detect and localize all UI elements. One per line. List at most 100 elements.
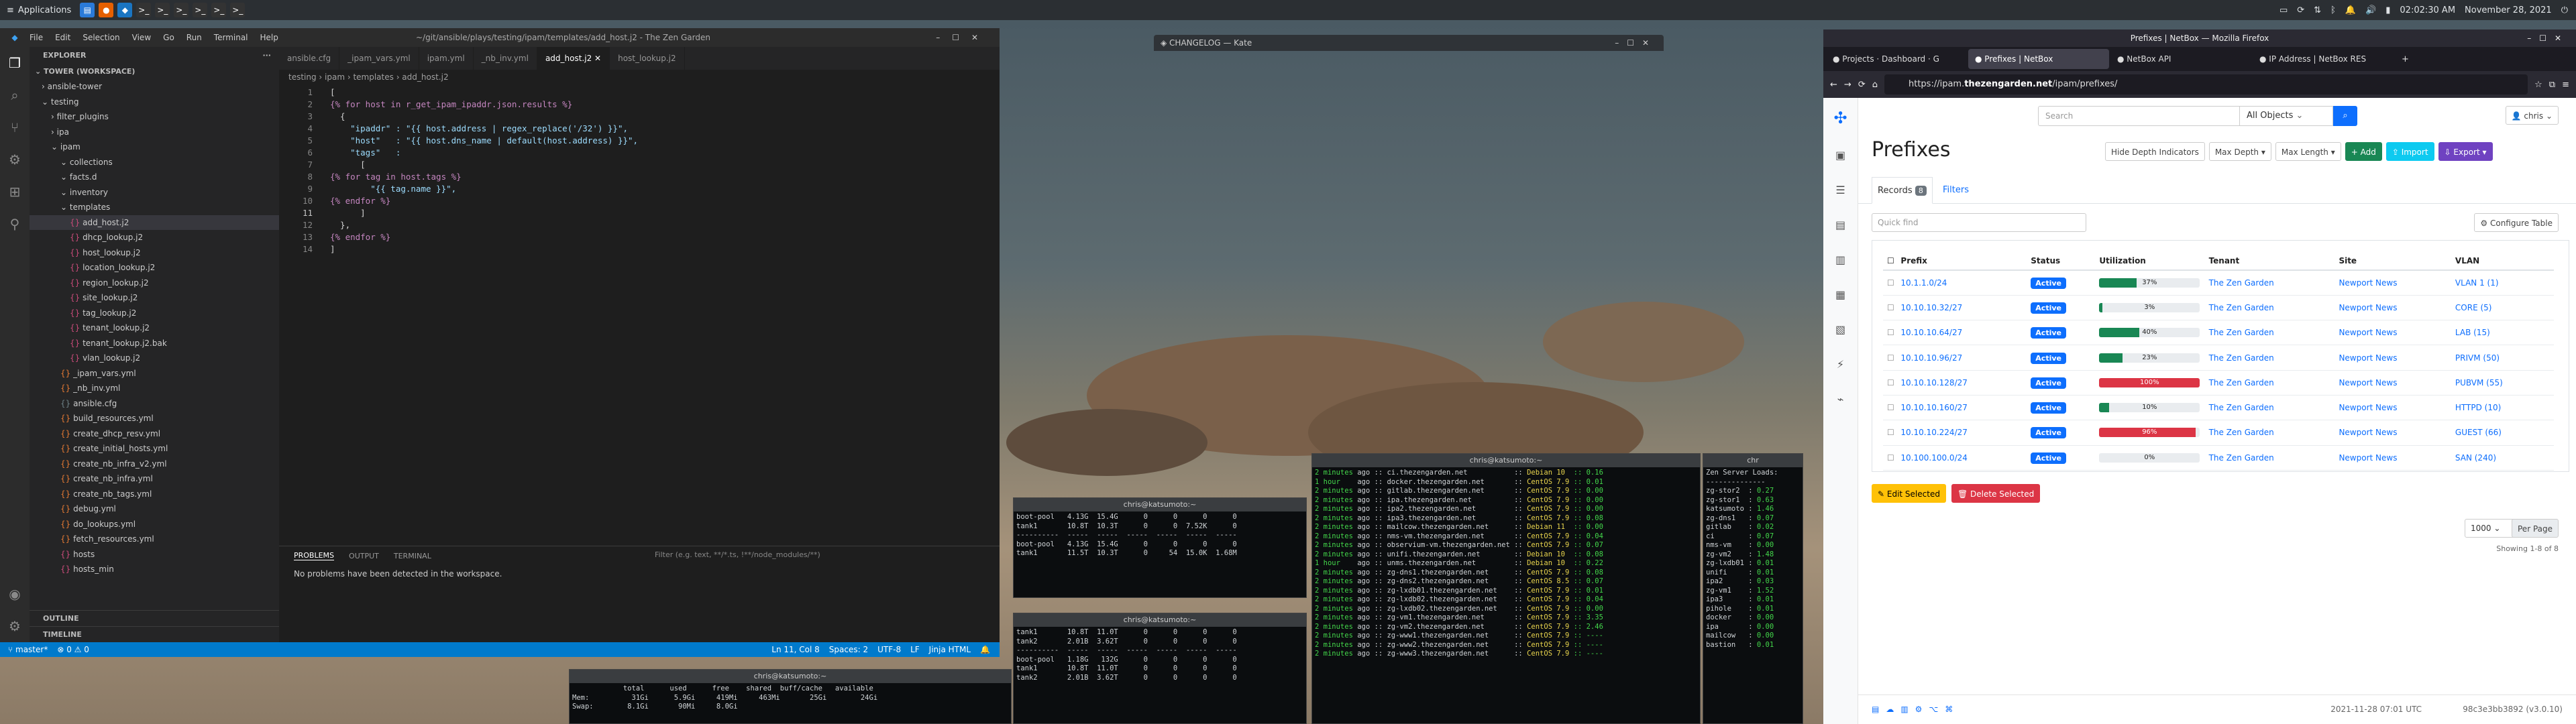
terminal-icon-6[interactable]: >_	[230, 3, 246, 17]
search-input[interactable]: Search	[2038, 106, 2266, 126]
editor-tab[interactable]: ipam.yml	[419, 47, 474, 70]
prefix-link[interactable]: 10.10.10.96/27	[1896, 345, 2027, 371]
terminal-icon-2[interactable]: >_	[155, 3, 170, 17]
notification-icon[interactable]: 🔔	[2345, 5, 2356, 15]
terminal-zpool-2[interactable]: chris@katsumoto:~ tank1 10.8T 11.0T 0 0 …	[1013, 613, 1307, 724]
window-controls[interactable]: –☐✕	[1615, 35, 1657, 51]
applications-menu[interactable]: ≡ Applications	[0, 5, 78, 15]
tree-item[interactable]: › ansible-tower	[30, 79, 279, 95]
max-length-dropdown[interactable]: Max Length ▾	[2275, 142, 2341, 161]
url-bar[interactable]: https://ipam.thezengarden.net/ipam/prefi…	[1884, 74, 2528, 95]
tree-item[interactable]: {} hosts_min	[30, 562, 279, 577]
site-link[interactable]: Newport News	[2334, 320, 2451, 346]
bookmark-star-icon[interactable]: ☆	[2534, 80, 2542, 90]
editor-tab[interactable]: add_host.j2 ✕	[537, 47, 610, 70]
tree-item[interactable]: ⌄ ipam	[30, 139, 279, 155]
tree-item[interactable]: {} host_lookup.j2	[30, 245, 279, 261]
tenant-link[interactable]: The Zen Garden	[2204, 420, 2335, 446]
terminal-hosts[interactable]: chris@katsumoto:~ 2 minutes ago :: ci.th…	[1311, 453, 1701, 724]
back-icon[interactable]: ←	[1830, 80, 1837, 90]
search-scope-select[interactable]: All Objects ⌄	[2239, 106, 2333, 126]
manage-gear-icon[interactable]: ⚙	[0, 610, 30, 642]
hide-depth-button[interactable]: Hide Depth Indicators	[2105, 142, 2205, 161]
prefix-link[interactable]: 10.1.1.0/24	[1896, 270, 2027, 296]
menu-selection[interactable]: Selection	[83, 33, 119, 42]
row-checkbox[interactable]: ☐	[1883, 295, 1897, 321]
explorer-icon[interactable]: ❐	[0, 47, 30, 79]
prefix-link[interactable]: 10.10.10.160/27	[1896, 395, 2027, 421]
prefix-link[interactable]: 10.10.10.224/27	[1896, 420, 2027, 446]
tree-item[interactable]: ⌄ collections	[30, 155, 279, 170]
menu-icon[interactable]: ≡	[2562, 80, 2569, 90]
row-checkbox[interactable]: ☐	[1883, 345, 1897, 371]
netbox-logo-icon[interactable]: ✣	[1823, 98, 1858, 138]
select-all-checkbox[interactable]: ☐	[1883, 251, 1897, 271]
site-link[interactable]: Newport News	[2334, 270, 2451, 296]
close-icon[interactable]: ✕	[592, 54, 601, 63]
tree-item[interactable]: {} site_lookup.j2	[30, 290, 279, 306]
tree-item[interactable]: › filter_plugins	[30, 109, 279, 125]
tenant-link[interactable]: The Zen Garden	[2204, 395, 2335, 421]
vscode-icon[interactable]: ◆	[117, 3, 133, 17]
reload-icon[interactable]: ⟳	[1858, 80, 1866, 90]
configure-table-button[interactable]: ⚙ Configure Table	[2474, 213, 2559, 232]
volume-icon[interactable]: 🔊	[2365, 5, 2376, 15]
terminal-icon-4[interactable]: >_	[193, 3, 208, 17]
tree-item[interactable]: ⌄ facts.d	[30, 170, 279, 185]
terminal-icon-5[interactable]: >_	[211, 3, 227, 17]
source-control-icon[interactable]: ⑂	[0, 111, 30, 143]
workspace-header[interactable]: ⌄ TOWER (WORKSPACE)	[30, 63, 279, 79]
terminal-zpool-1[interactable]: chris@katsumoto:~ boot-pool 4.13G 15.4G …	[1013, 497, 1307, 598]
tree-item[interactable]: {} _ipam_vars.yml	[30, 366, 279, 381]
prefix-link[interactable]: 10.10.10.32/27	[1896, 295, 2027, 321]
battery-icon[interactable]: ▮	[2385, 5, 2390, 15]
editor-tab[interactable]: _ipam_vars.yml	[339, 47, 419, 70]
prefix-link[interactable]: 10.100.100.0/24	[1896, 445, 2027, 471]
home-icon[interactable]: ⌂	[1872, 80, 1878, 90]
tree-item[interactable]: {} create_nb_infra.yml	[30, 471, 279, 487]
line-ending[interactable]: LF	[910, 645, 920, 654]
tree-item[interactable]: {} dhcp_lookup.j2	[30, 230, 279, 245]
quick-find-input[interactable]: Quick find	[1872, 213, 2086, 232]
file-manager-icon[interactable]: ▤	[80, 3, 95, 17]
breadcrumb[interactable]: testing › ipam › templates › add_host.j2	[279, 70, 1000, 84]
column-header[interactable]: Utilization	[2095, 251, 2205, 271]
site-link[interactable]: Newport News	[2334, 370, 2451, 396]
browser-tab[interactable]: ● NetBox API	[2110, 49, 2251, 69]
column-header[interactable]: Status	[2027, 251, 2096, 271]
tenant-link[interactable]: The Zen Garden	[2204, 445, 2335, 471]
tenant-link[interactable]: The Zen Garden	[2204, 345, 2335, 371]
tree-item[interactable]: {} location_lookup.j2	[30, 260, 279, 276]
window-controls[interactable]: –☐✕	[936, 33, 990, 42]
add-button[interactable]: + Add	[2345, 142, 2382, 161]
new-tab-icon[interactable]: +	[2395, 54, 2416, 64]
export-button[interactable]: ⇩ Export ▾	[2438, 142, 2493, 161]
outline-section[interactable]: OUTLINE	[30, 610, 279, 626]
site-link[interactable]: Newport News	[2334, 395, 2451, 421]
tree-item[interactable]: {} debug.yml	[30, 501, 279, 517]
extensions-icon[interactable]: ⚲	[0, 208, 30, 240]
menu-help[interactable]: Help	[260, 33, 278, 42]
remote-icon[interactable]: ⊞	[0, 176, 30, 208]
row-checkbox[interactable]: ☐	[1883, 420, 1897, 446]
row-checkbox[interactable]: ☐	[1883, 370, 1897, 396]
sidebar-nav-icons[interactable]: ▣ ☰ ▤ ▥ ▦ ▧ ⚡ ⌁	[1823, 138, 1858, 417]
tree-item[interactable]: {} ansible.cfg	[30, 396, 279, 412]
tree-item[interactable]: {} vlan_lookup.j2	[30, 351, 279, 366]
tree-item[interactable]: {} hosts	[30, 547, 279, 562]
tree-item[interactable]: {} create_initial_hosts.yml	[30, 441, 279, 457]
site-link[interactable]: Newport News	[2334, 295, 2451, 321]
column-header[interactable]: Site	[2334, 251, 2451, 271]
row-checkbox[interactable]: ☐	[1883, 395, 1897, 421]
tree-item[interactable]: {} create_nb_infra_v2.yml	[30, 457, 279, 472]
tenant-link[interactable]: The Zen Garden	[2204, 270, 2335, 296]
site-link[interactable]: Newport News	[2334, 445, 2451, 471]
vlan-link[interactable]: SAN (240)	[2451, 445, 2554, 471]
row-checkbox[interactable]: ☐	[1883, 320, 1897, 346]
vlan-link[interactable]: PUBVM (55)	[2451, 370, 2554, 396]
notifications-icon[interactable]: 🔔	[980, 645, 990, 654]
terminal-loads[interactable]: chr Zen Server Loads: -------------- zg-st…	[1703, 453, 1803, 724]
tree-item[interactable]: {} region_lookup.j2	[30, 276, 279, 291]
footer-icons[interactable]: ▤☁▥⚙⌥⌘	[1872, 705, 1960, 714]
branch-status[interactable]: ⑂ master*	[8, 645, 48, 654]
